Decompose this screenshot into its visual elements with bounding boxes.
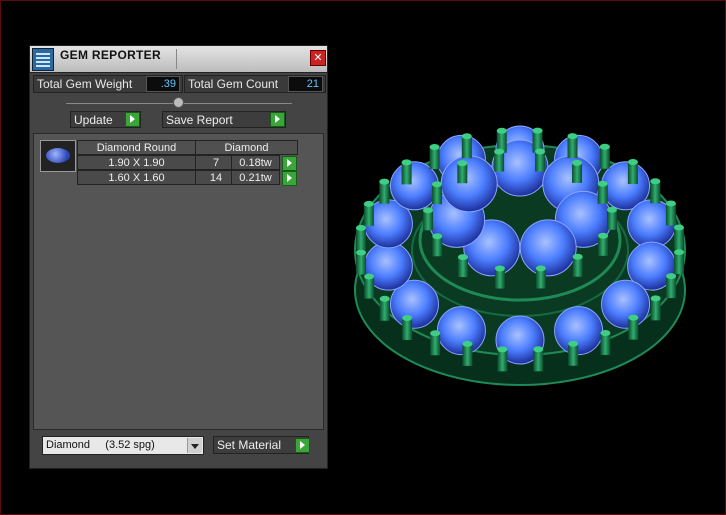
close-icon[interactable]: ✕ [310,50,326,66]
outer-prong [673,224,684,250]
set-material-label: Set Material [217,438,282,452]
gem-model-view[interactable] [340,60,720,400]
inner-prong [494,148,505,172]
outer-prong [600,330,611,356]
material-selected-value: Diamond (3.52 spg) [46,439,155,451]
row-2-count: 14 [195,170,232,185]
inner-prong [535,148,546,172]
row-1-weight: 0.18tw [231,155,280,170]
inner-prong [423,207,434,231]
outer-prong [627,159,638,185]
outer-prong [666,273,677,299]
outer-prong [650,295,661,321]
material-header: Diamond [195,140,298,155]
row-1-count: 7 [195,155,232,170]
chevron-down-icon[interactable] [187,438,202,453]
slider-handle[interactable] [173,97,184,108]
window-title: GEM REPORTER [60,48,161,62]
outer-prong [355,224,366,250]
inner-prong [572,159,583,183]
outer-prong [497,346,508,372]
row-1-go-icon[interactable] [282,156,297,171]
outer-prong [462,340,473,366]
outer-prong [401,159,412,185]
total-weight-label: Total Gem Weight [37,77,133,91]
inner-prong [457,160,468,184]
row-1-size: 1.90 X 1.90 [77,155,196,170]
outer-prong [674,249,685,275]
inner-gem [519,219,577,277]
outer-prong [461,133,472,159]
inner-prong [606,206,617,230]
outer-prong [568,340,579,366]
inner-prong [457,254,468,278]
total-count-value: 21 [288,76,323,92]
outer-prong [363,200,374,226]
outer-prong [402,314,413,340]
outer-prong [379,295,390,321]
save-report-label: Save Report [166,113,233,127]
update-go-icon[interactable] [125,112,140,127]
row-2-size: 1.60 X 1.60 [77,170,196,185]
outer-prong [533,346,544,372]
title-bar[interactable]: GEM REPORTER ✕ [30,46,327,73]
inner-prong [572,253,583,277]
outer-prong [356,249,367,275]
outer-prong [364,273,375,299]
row-2-go-icon[interactable] [282,171,297,186]
set-material-go-icon[interactable] [295,438,310,453]
outer-prong [599,143,610,169]
outer-gem [601,279,651,329]
total-count-label: Total Gem Count [188,77,279,91]
inner-prong [597,180,608,204]
update-button-label: Update [74,113,113,127]
inner-prong [535,265,546,289]
outer-prong [567,133,578,159]
outer-prong [430,330,441,356]
inner-prong [494,265,505,289]
save-report-go-icon[interactable] [270,112,285,127]
report-icon [32,48,54,71]
outer-prong [379,178,390,204]
row-2-weight: 0.21tw [231,170,280,185]
outer-prong [665,200,676,226]
save-report-button[interactable]: Save Report [162,111,286,128]
outer-prong [650,178,661,204]
title-divider [176,49,177,69]
shape-header: Diamond Round [77,140,196,155]
inner-prong [432,233,443,257]
outer-prong [429,143,440,169]
gem-list-area[interactable]: Diamond Round Diamond 1.90 X 1.90 7 0.18… [33,133,324,430]
outer-prong [628,314,639,340]
gem-reporter-panel: GEM REPORTER ✕ Total Gem Weight .39 Tota… [29,45,328,469]
inner-prong [431,181,442,205]
inner-gem [440,155,498,213]
inner-prong [598,232,609,256]
outer-gem [436,306,486,356]
outer-gem [554,306,604,356]
round-gem-icon [40,140,76,172]
material-select[interactable]: Diamond (3.52 spg) [42,436,204,455]
total-weight-value: .39 [146,76,180,92]
